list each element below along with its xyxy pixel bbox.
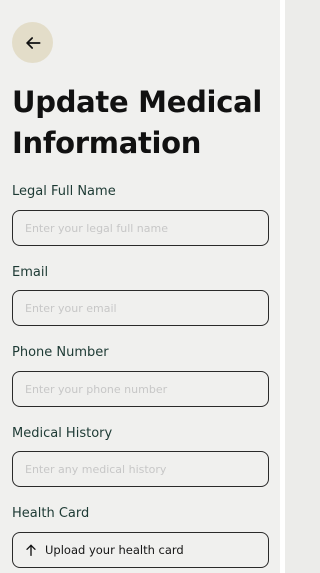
full-name-input[interactable] — [12, 210, 269, 246]
screen-edge — [280, 0, 285, 573]
arrow-left-icon — [25, 36, 41, 49]
email-label: Email — [12, 265, 49, 280]
health-card-label: Health Card — [12, 506, 90, 521]
upload-health-card-label: Upload your health card — [45, 543, 184, 557]
full-name-label: Legal Full Name — [12, 184, 116, 199]
email-input[interactable] — [12, 290, 269, 326]
phone-input[interactable] — [12, 371, 269, 407]
medical-history-input[interactable] — [12, 451, 269, 487]
medical-history-label: Medical History — [12, 426, 113, 441]
upload-health-card-button[interactable]: Upload your health card — [12, 532, 269, 568]
phone-label: Phone Number — [12, 345, 109, 360]
screen: Update Medical Information Legal Full Na… — [0, 0, 280, 573]
arrow-up-icon — [26, 544, 36, 556]
page-title: Update Medical Information — [12, 85, 262, 160]
back-button[interactable] — [12, 22, 53, 63]
